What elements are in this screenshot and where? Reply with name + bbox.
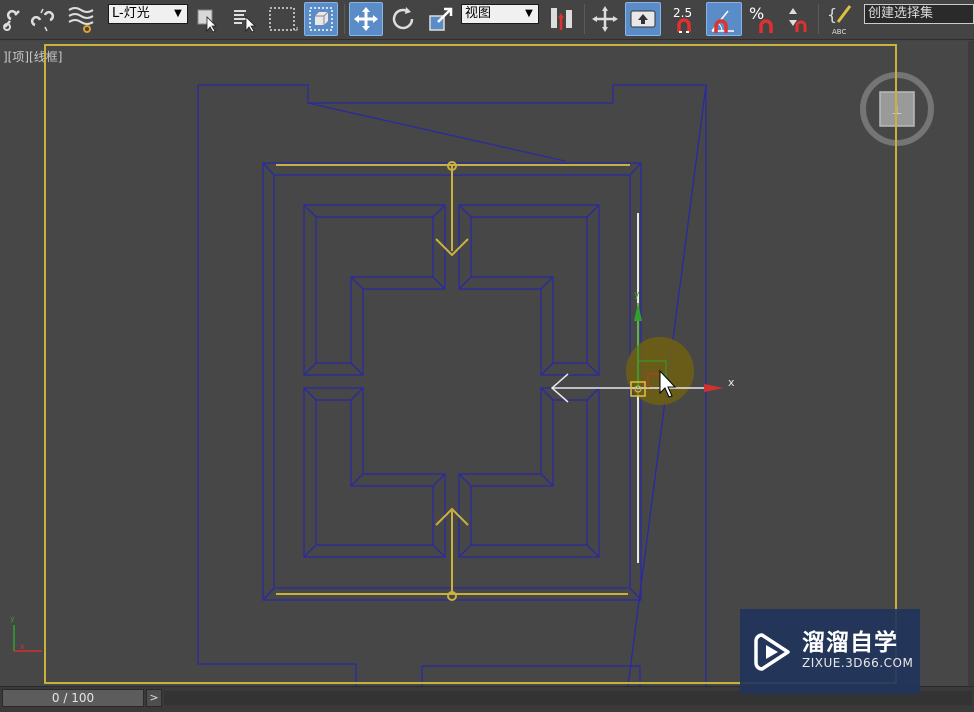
selected-spline: [276, 161, 630, 601]
svg-text:⊥: ⊥: [892, 103, 902, 117]
select-and-move-icon[interactable]: [349, 2, 383, 36]
svg-text:%: %: [749, 4, 764, 23]
lattice-panel: [303, 204, 600, 558]
snaps-toggle-icon[interactable]: 2.5: [668, 2, 702, 36]
gizmo-y-label: y: [634, 290, 640, 300]
toolbar-separator: [584, 4, 585, 34]
command-panel-edge[interactable]: [968, 41, 974, 686]
toolbar-separator: [344, 4, 345, 34]
play-logo-icon: [754, 633, 790, 671]
select-object-icon[interactable]: [194, 2, 222, 36]
viewcube-icon: ⊥: [860, 72, 934, 146]
select-and-rotate-icon[interactable]: [386, 2, 420, 36]
layer-dropdown[interactable]: L-灯光 ▼: [108, 4, 188, 24]
gizmo-x-label: x: [728, 376, 735, 389]
snap-angle-label: 2.5: [673, 6, 692, 20]
main-toolbar: L-灯光 ▼ 视图 ▼ 2.5 % {ABC 创建选择集: [0, 0, 974, 40]
percent-snap-toggle-icon[interactable]: %: [746, 2, 778, 36]
world-axis-icon: y x: [10, 614, 42, 652]
bind-space-warp-icon[interactable]: [64, 2, 98, 36]
watermark-url: ZIXUE.3D66.COM: [802, 656, 914, 670]
select-manipulate-icon[interactable]: [589, 2, 621, 36]
window-crossing-icon[interactable]: [304, 2, 338, 36]
svg-text:{: {: [827, 5, 837, 24]
edit-named-selection-icon[interactable]: { ABC: [826, 2, 856, 36]
layer-dropdown-value: L-灯光: [112, 6, 150, 21]
link-icon[interactable]: [0, 2, 24, 36]
spinner-snap-toggle-icon[interactable]: [782, 2, 812, 36]
viewport-scene[interactable]: x y ⊥ y x: [0, 41, 974, 686]
keyboard-shortcut-override-icon[interactable]: [625, 2, 661, 36]
coordinate-dropdown-value: 视图: [465, 6, 492, 21]
svg-text:x: x: [20, 642, 25, 651]
select-by-name-icon[interactable]: [230, 2, 260, 36]
unlink-icon[interactable]: [28, 2, 58, 36]
watermark: 溜溜自学 ZIXUE.3D66.COM: [740, 609, 920, 694]
toolbar-separator: [818, 4, 819, 34]
viewport-top[interactable]: ][项][线框] x y ⊥ y x: [0, 41, 974, 686]
time-slider[interactable]: 0 / 100: [2, 689, 144, 707]
select-and-scale-icon[interactable]: [424, 2, 458, 36]
next-frame-button[interactable]: >: [146, 689, 162, 707]
abc-label: ABC: [832, 28, 846, 36]
chevron-down-icon: ▼: [174, 8, 182, 19]
svg-text:y: y: [10, 614, 15, 623]
pivot-center-icon[interactable]: [546, 2, 580, 36]
rectangular-selection-icon[interactable]: [266, 2, 300, 36]
named-selection-set-field[interactable]: 创建选择集: [864, 4, 974, 24]
angle-snap-toggle-icon[interactable]: [706, 2, 742, 36]
selection-set-placeholder: 创建选择集: [868, 6, 934, 21]
watermark-title: 溜溜自学: [802, 630, 898, 656]
chevron-down-icon: ▼: [525, 8, 533, 19]
reference-coordinate-dropdown[interactable]: 视图 ▼: [461, 4, 539, 24]
